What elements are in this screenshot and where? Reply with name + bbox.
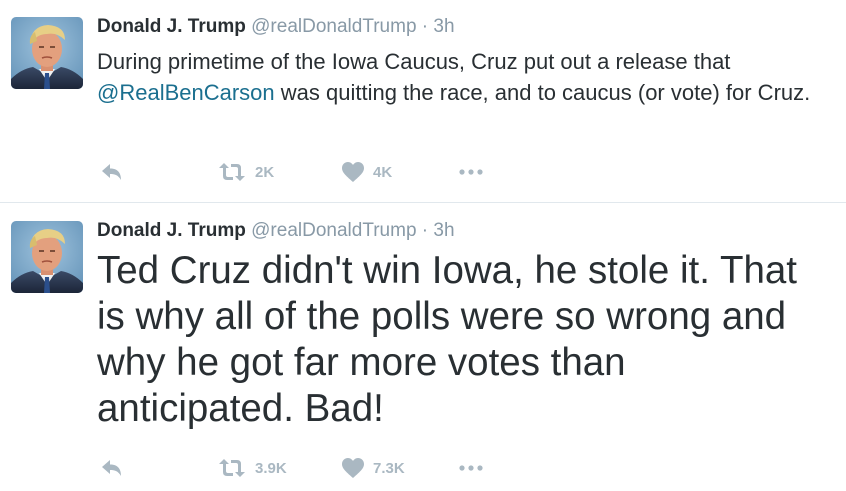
tweet-text-part: During primetime of the Iowa Caucus, Cru… [97, 49, 731, 74]
retweet-count: 3.9K [255, 459, 287, 477]
reply-button[interactable] [100, 453, 124, 483]
avatar[interactable] [11, 221, 83, 293]
tweet-text-part: was quitting the race, and to caucus (or… [274, 80, 811, 105]
retweet-icon [219, 163, 245, 181]
reply-icon [102, 164, 121, 180]
like-button[interactable]: 4K [342, 157, 392, 187]
reply-button[interactable] [100, 157, 124, 187]
retweet-icon [219, 459, 245, 477]
more-icon [459, 169, 483, 175]
author-handle[interactable]: @realDonaldTrump [251, 220, 416, 241]
timestamp[interactable]: 3h [433, 220, 454, 241]
tweet-header: Donald J. Trump @realDonaldTrump · 3h [97, 220, 455, 242]
retweet-button[interactable]: 3.9K [218, 453, 287, 483]
separator: · [421, 220, 429, 241]
like-count: 4K [373, 163, 393, 181]
more-button[interactable] [459, 157, 483, 187]
tweet-text: Ted Cruz didn't win Iowa, he stole it. T… [97, 249, 797, 430]
author-name[interactable]: Donald J. Trump [97, 220, 246, 241]
timestamp[interactable]: 3h [433, 16, 454, 37]
mention-link[interactable]: @RealBenCarson [97, 80, 275, 105]
author-name[interactable]: Donald J. Trump [97, 16, 246, 37]
heart-icon [342, 161, 364, 182]
tweet-actions: 3.9K 7.3K [0, 453, 846, 483]
author-handle[interactable]: @realDonaldTrump [251, 16, 416, 37]
retweet-button[interactable]: 2K [218, 157, 274, 187]
avatar[interactable] [11, 17, 83, 89]
tweet-header: Donald J. Trump @realDonaldTrump · 3h [97, 16, 455, 38]
separator: · [421, 16, 429, 37]
more-button[interactable] [459, 453, 483, 483]
like-count: 7.3K [373, 459, 405, 477]
like-button[interactable]: 7.3K [342, 453, 405, 483]
more-icon [459, 465, 483, 471]
tweet[interactable]: Donald J. Trump @realDonaldTrump · 3h Te… [0, 202, 846, 491]
tweet[interactable]: Donald J. Trump @realDonaldTrump · 3h Du… [0, 0, 846, 202]
reply-icon [102, 460, 121, 476]
heart-icon [342, 457, 364, 478]
tweet-text: During primetime of the Iowa Caucus, Cru… [97, 46, 828, 108]
tweet-actions: 2K 4K [0, 157, 846, 187]
retweet-count: 2K [255, 163, 275, 181]
